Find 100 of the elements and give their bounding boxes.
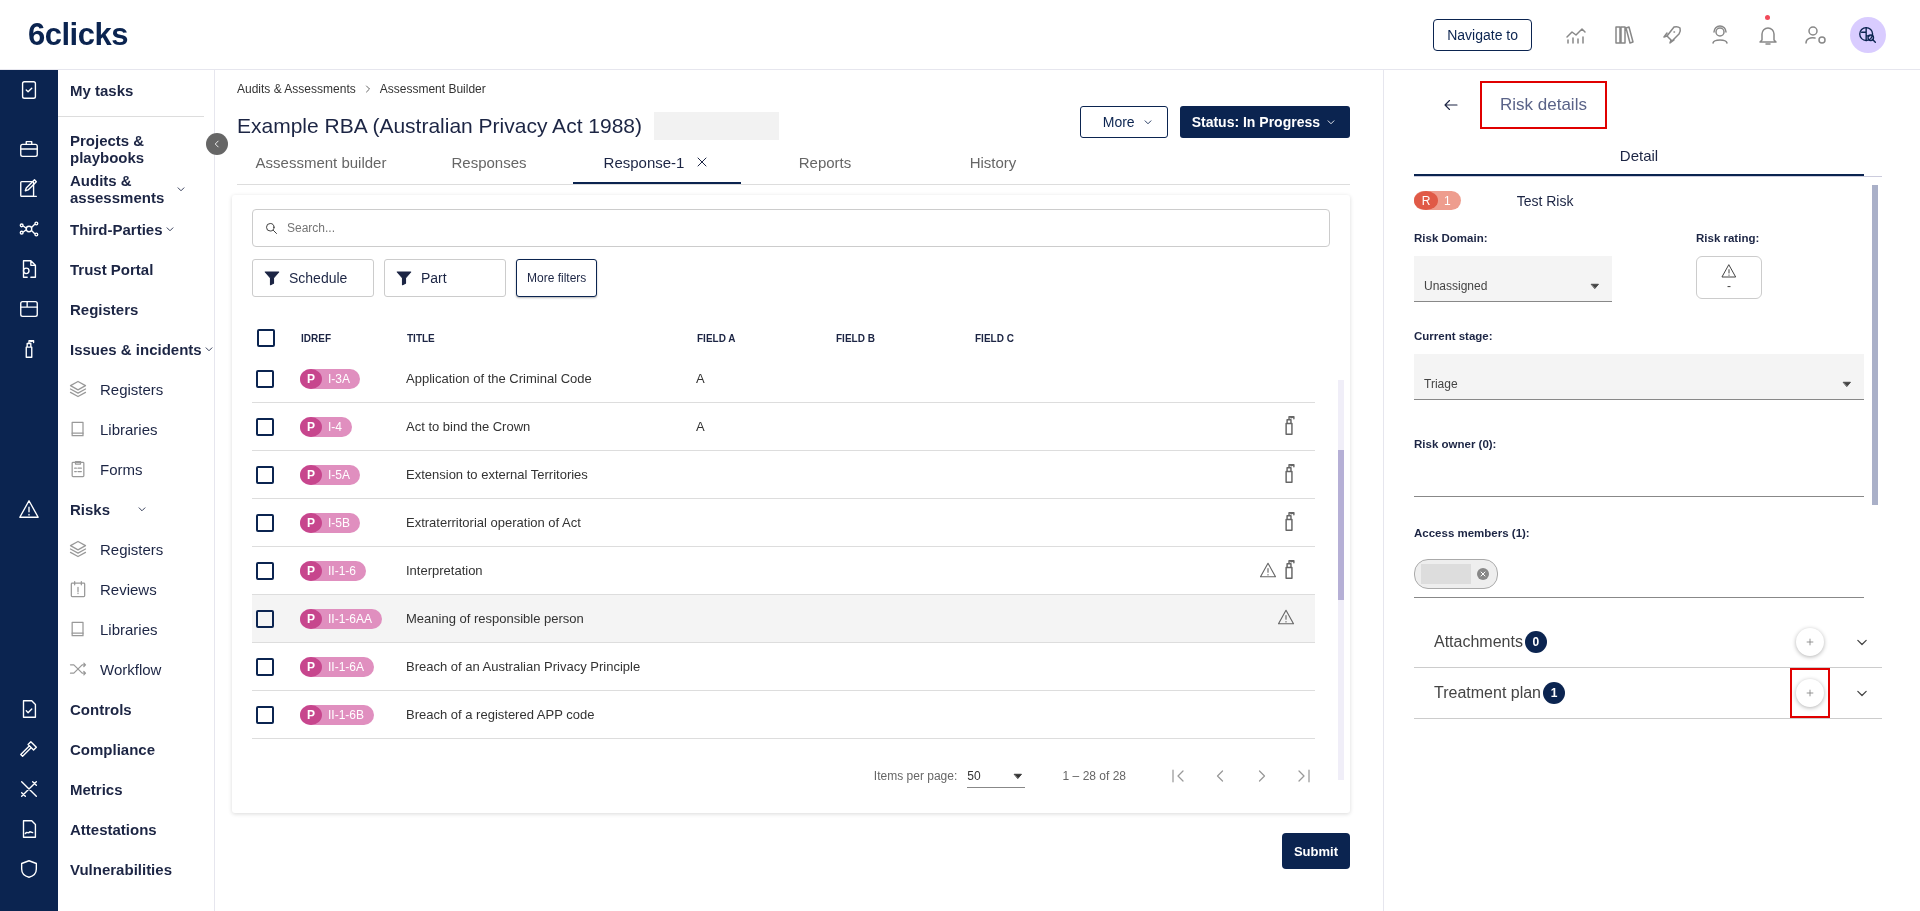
current-stage-select[interactable]: Triage	[1414, 354, 1864, 400]
scrollbar[interactable]	[1872, 185, 1878, 505]
sidebar-item[interactable]: Risks	[70, 500, 135, 518]
sidebar-item[interactable]: Vulnerabilities	[70, 860, 200, 878]
row-checkbox[interactable]	[256, 417, 274, 436]
tab[interactable]: History	[909, 142, 1077, 184]
row-title: Breach of an Australian Privacy Principle	[406, 659, 641, 674]
table-row[interactable]: P II-1-6A Breach of an Australian Privacy Principle	[252, 642, 1322, 691]
sidebar-subitem[interactable]: Libraries	[100, 620, 200, 638]
box-icon	[18, 298, 40, 320]
search-field[interactable]: Search...	[252, 209, 1330, 247]
field-a-value: A	[696, 419, 705, 434]
row-title: Act to bind the Crown	[406, 419, 531, 434]
sidebar-item[interactable]: Registers	[70, 300, 200, 318]
search-icon	[264, 221, 279, 236]
sidebar-subitem[interactable]: Registers	[100, 540, 200, 558]
sidebar-subitem[interactable]: Registers	[100, 380, 200, 398]
row-checkbox[interactable]	[256, 561, 274, 580]
field-label: Access members (1):	[1414, 527, 1531, 539]
tab[interactable]: Assessment builder	[237, 142, 405, 184]
breadcrumb-current: Assessment Builder	[379, 82, 486, 96]
submit-button[interactable]: Submit	[1281, 833, 1350, 869]
row-title: Extraterritorial operation of Act	[406, 515, 581, 530]
scrollbar[interactable]	[1338, 380, 1344, 780]
filter-button[interactable]: Part	[384, 259, 506, 297]
remove-icon[interactable]	[1475, 566, 1491, 582]
row-checkbox[interactable]	[256, 465, 274, 484]
sidebar-item[interactable]: Controls	[70, 700, 200, 718]
row-checkbox[interactable]	[256, 513, 274, 532]
accordion-row[interactable]: Attachments 0	[1414, 617, 1882, 668]
sidebar-item[interactable]: Projects & playbooks	[70, 132, 174, 166]
sidebar-item[interactable]: Trust Portal	[70, 260, 200, 278]
risk-name: Test Risk	[1516, 192, 1574, 209]
panel-title: Risk details	[1482, 83, 1605, 127]
idref-tag: P II-1-6A	[300, 656, 374, 677]
filter-button[interactable]: Schedule	[252, 259, 374, 297]
items-per-page-label: Items per page:	[873, 769, 958, 783]
risk-rating-box[interactable]: -	[1696, 256, 1762, 299]
sidebar-item[interactable]: Metrics	[70, 780, 200, 798]
table-row[interactable]: P I-4 Act to bind the Crown A	[252, 402, 1322, 451]
breadcrumb-link[interactable]: Audits & Assessments	[237, 82, 356, 96]
row-checkbox[interactable]	[256, 705, 274, 724]
column-header: FIELD A	[697, 332, 736, 344]
assistant-avatar[interactable]	[1850, 16, 1886, 53]
sidebar-item[interactable]: Attestations	[70, 820, 200, 838]
layers-icon	[68, 539, 88, 559]
tab[interactable]: Response-1	[573, 142, 741, 184]
logo[interactable]: 6clicks	[28, 16, 128, 53]
column-header: IDREF	[301, 332, 331, 344]
row-title: Extension to external Territories	[406, 467, 588, 482]
risk-tag: R 1	[1414, 191, 1461, 210]
page-size-select[interactable]: 50	[967, 764, 1025, 788]
column-header: TITLE	[407, 332, 435, 344]
tools-icon	[18, 778, 40, 800]
idref-tag: P II-1-6	[300, 560, 366, 581]
table-row[interactable]: P II-1-6 Interpretation	[252, 546, 1322, 595]
navigate-button[interactable]: Navigate to	[1433, 18, 1532, 51]
tab[interactable]: Responses	[405, 142, 573, 184]
member-chip[interactable]	[1414, 559, 1498, 589]
briefcase-icon	[18, 138, 40, 160]
sidebar-item[interactable]: Compliance	[70, 740, 200, 758]
row-checkbox[interactable]	[256, 369, 274, 388]
count-badge: 0	[1524, 631, 1547, 653]
status-button[interactable]: Status: In Progress	[1179, 106, 1350, 138]
idref-tag: P I-3A	[300, 368, 360, 389]
sidebar-item[interactable]: My tasks	[70, 81, 200, 99]
sidebar-subitem[interactable]: Libraries	[100, 420, 200, 438]
more-button[interactable]: More	[1079, 106, 1168, 138]
tab[interactable]: Detail	[1414, 136, 1864, 176]
row-checkbox[interactable]	[256, 657, 274, 676]
field-a-value: A	[696, 371, 705, 386]
field-label: Risk Domain:	[1414, 232, 1489, 244]
sidebar-item[interactable]: Third-Parties	[70, 220, 163, 238]
table-row[interactable]: P I-5B Extraterritorial operation of Act	[252, 498, 1322, 547]
row-checkbox[interactable]	[256, 609, 274, 628]
table-row[interactable]: P I-5A Extension to external Territories	[252, 450, 1322, 499]
sidebar-subitem[interactable]: Forms	[100, 460, 200, 478]
more-filters-button[interactable]: More filters	[516, 259, 598, 297]
sidebar-item[interactable]: Issues & incidents	[70, 340, 202, 358]
tab[interactable]: Reports	[741, 142, 909, 184]
select-all-checkbox[interactable]	[257, 329, 275, 347]
sidebar-item[interactable]: Audits & assessments	[70, 172, 174, 206]
filter-icon	[395, 269, 413, 287]
gavel-icon	[18, 738, 40, 760]
table-row[interactable]: P I-3A Application of the Criminal Code A	[252, 355, 1322, 403]
count-badge: 1	[1543, 682, 1565, 704]
collapse-sidebar-button[interactable]	[206, 133, 228, 155]
layers-icon	[68, 379, 88, 399]
edit-icon	[18, 178, 40, 200]
accordion-row[interactable]: Treatment plan 1	[1414, 668, 1882, 719]
risk-domain-select[interactable]: Unassigned	[1414, 256, 1612, 302]
sidebar-subitem[interactable]: Reviews	[100, 580, 200, 598]
warning-icon	[1721, 262, 1737, 279]
network-icon	[18, 218, 40, 240]
field-label: Risk rating:	[1696, 232, 1761, 244]
table-row[interactable]: P II-1-6B Breach of a registered APP code	[252, 690, 1322, 739]
idref-tag: P I-5B	[300, 512, 360, 533]
field-label: Current stage:	[1414, 330, 1494, 342]
field-label: Risk owner (0):	[1414, 438, 1498, 450]
sidebar-subitem[interactable]: Workflow	[100, 660, 200, 678]
